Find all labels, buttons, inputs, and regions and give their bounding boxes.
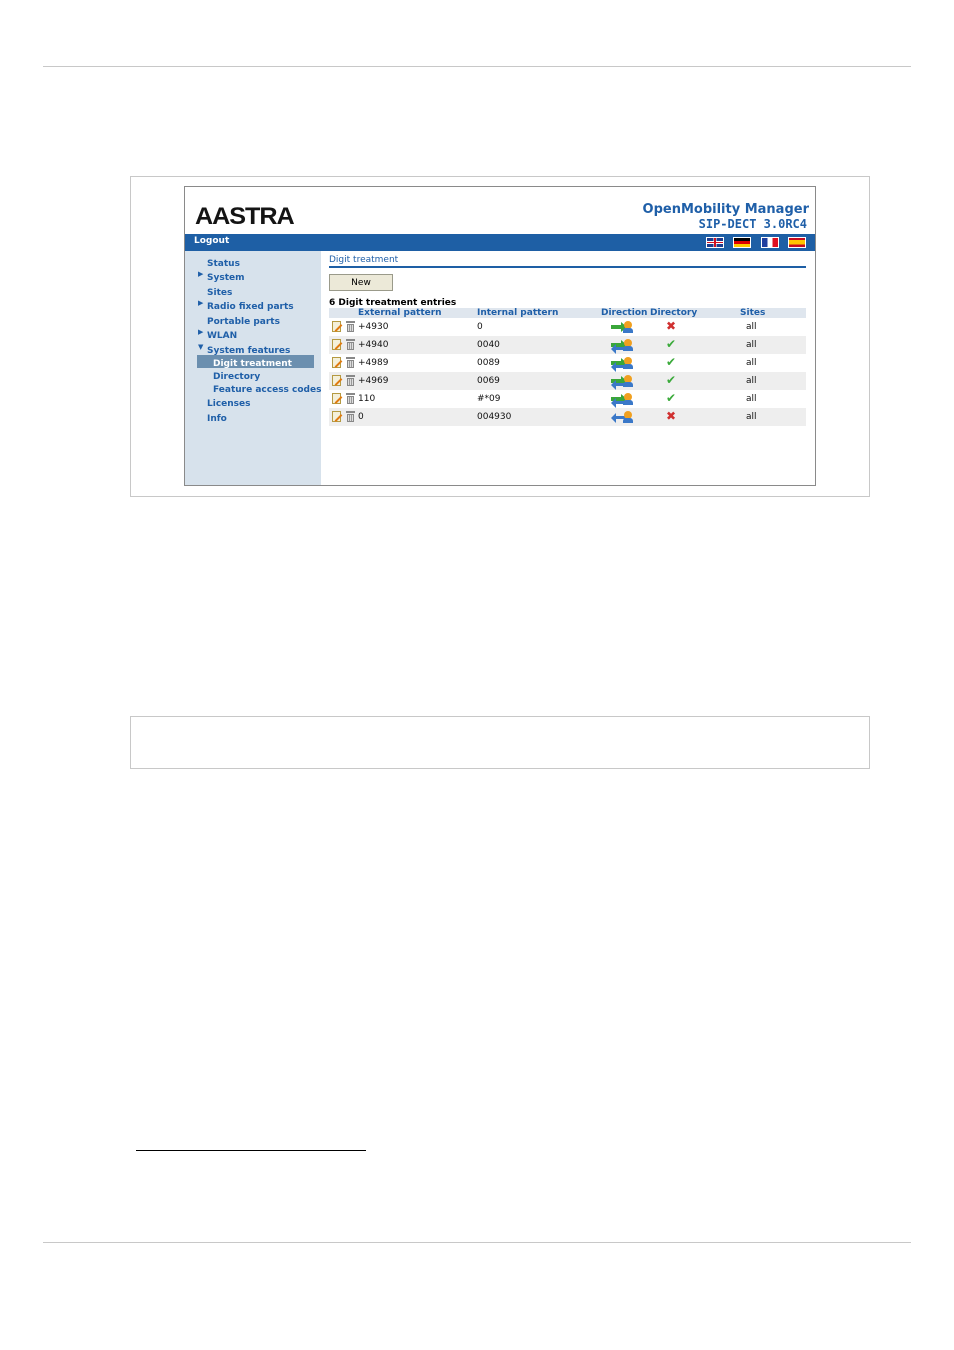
table-header: External pattern Internal pattern Direct… <box>329 308 806 318</box>
app-header: AASTRA OpenMobility Manager SIP-DECT 3.0… <box>185 187 815 234</box>
col-direction[interactable]: Direction <box>601 308 647 318</box>
edit-icon[interactable] <box>332 357 341 368</box>
collapse-arrow-icon[interactable]: ▼ <box>198 343 203 351</box>
sites-cell: all <box>746 412 757 422</box>
external-pattern-cell: 0 <box>358 412 364 422</box>
internal-pattern-cell: 0069 <box>477 376 500 386</box>
trash-icon[interactable] <box>346 411 355 422</box>
top-nav-bar: Logout <box>185 234 815 251</box>
app-screenshot: AASTRA OpenMobility Manager SIP-DECT 3.0… <box>184 186 816 486</box>
sidebar-item-portable-parts[interactable]: Portable parts <box>207 317 280 327</box>
sidebar-item-radio-fixed-parts[interactable]: Radio fixed parts <box>207 302 294 312</box>
checkmark-icon: ✔ <box>666 373 677 387</box>
sidebar: Status ▶ System Sites ▶ Radio fixed part… <box>185 251 321 485</box>
direction-incoming-icon <box>611 321 633 334</box>
sidebar-item-status[interactable]: Status <box>207 259 240 269</box>
expand-arrow-icon[interactable]: ▶ <box>198 328 203 336</box>
page-top-rule <box>43 66 911 67</box>
uk-flag-icon[interactable] <box>706 237 724 248</box>
sidebar-item-system-features[interactable]: System features <box>207 346 290 356</box>
direction-both-icon <box>611 357 633 372</box>
app-title: OpenMobility Manager <box>642 202 809 217</box>
expand-arrow-icon[interactable]: ▶ <box>198 299 203 307</box>
footnote-separator <box>136 1150 366 1151</box>
page-bottom-rule <box>43 1242 911 1243</box>
direction-both-icon <box>611 375 633 390</box>
direction-outgoing-icon <box>611 411 633 424</box>
external-pattern-cell: +4940 <box>358 340 389 350</box>
sidebar-item-licenses[interactable]: Licenses <box>207 399 250 409</box>
edit-icon[interactable] <box>332 375 341 386</box>
table-row: +4969 0069 ✔ all <box>329 372 806 390</box>
edit-icon[interactable] <box>332 321 341 332</box>
entries-count: 6 Digit treatment entries <box>329 298 457 308</box>
external-pattern-cell: +4989 <box>358 358 389 368</box>
expand-arrow-icon[interactable]: ▶ <box>198 270 203 278</box>
empty-note-box <box>130 716 870 769</box>
sites-cell: all <box>746 340 757 350</box>
sidebar-item-wlan[interactable]: WLAN <box>207 331 237 341</box>
col-directory[interactable]: Directory <box>650 308 697 318</box>
sidebar-item-digit-treatment[interactable]: Digit treatment <box>213 359 292 369</box>
table-row: +4940 0040 ✔ all <box>329 336 806 354</box>
table-row: 0 004930 ✖ all <box>329 408 806 426</box>
external-pattern-cell: +4969 <box>358 376 389 386</box>
checkmark-icon: ✔ <box>666 391 677 405</box>
sidebar-item-directory[interactable]: Directory <box>213 372 260 382</box>
section-divider <box>329 266 806 268</box>
trash-icon[interactable] <box>346 339 355 350</box>
new-entry-button[interactable]: New <box>329 274 393 291</box>
col-internal-pattern[interactable]: Internal pattern <box>477 308 558 318</box>
sidebar-item-info[interactable]: Info <box>207 414 227 424</box>
trash-icon[interactable] <box>346 393 355 404</box>
table-row: +4989 0089 ✔ all <box>329 354 806 372</box>
section-title: Digit treatment <box>329 255 399 265</box>
sites-cell: all <box>746 394 757 404</box>
internal-pattern-cell: 0089 <box>477 358 500 368</box>
col-external-pattern[interactable]: External pattern <box>358 308 442 318</box>
logout-link[interactable]: Logout <box>194 236 229 246</box>
edit-icon[interactable] <box>332 339 341 350</box>
direction-both-icon <box>611 393 633 408</box>
cross-icon: ✖ <box>666 409 677 423</box>
cross-icon: ✖ <box>666 319 677 333</box>
internal-pattern-cell: 0 <box>477 322 483 332</box>
internal-pattern-cell: 0040 <box>477 340 500 350</box>
de-flag-icon[interactable] <box>733 237 751 248</box>
edit-icon[interactable] <box>332 411 341 422</box>
col-sites[interactable]: Sites <box>740 308 765 318</box>
internal-pattern-cell: 004930 <box>477 412 512 422</box>
external-pattern-cell: 110 <box>358 394 376 404</box>
sites-cell: all <box>746 376 757 386</box>
trash-icon[interactable] <box>346 375 355 386</box>
sidebar-item-system[interactable]: System <box>207 273 245 283</box>
checkmark-icon: ✔ <box>666 355 677 369</box>
edit-icon[interactable] <box>332 393 341 404</box>
external-pattern-cell: +4930 <box>358 322 389 332</box>
direction-both-icon <box>611 339 633 354</box>
sidebar-item-feature-access-codes[interactable]: Feature access codes <box>213 385 321 395</box>
table-row: +4930 0 ✖ all <box>329 318 806 336</box>
es-flag-icon[interactable] <box>788 237 806 248</box>
fr-flag-icon[interactable] <box>761 237 779 248</box>
aastra-logo: AASTRA <box>195 203 295 230</box>
table-row: 110 #*09 ✔ all <box>329 390 806 408</box>
app-version: SIP-DECT 3.0RC4 <box>698 217 807 231</box>
trash-icon[interactable] <box>346 321 355 332</box>
sites-cell: all <box>746 358 757 368</box>
sidebar-item-sites[interactable]: Sites <box>207 288 232 298</box>
checkmark-icon: ✔ <box>666 337 677 351</box>
sites-cell: all <box>746 322 757 332</box>
internal-pattern-cell: #*09 <box>477 394 501 404</box>
trash-icon[interactable] <box>346 357 355 368</box>
